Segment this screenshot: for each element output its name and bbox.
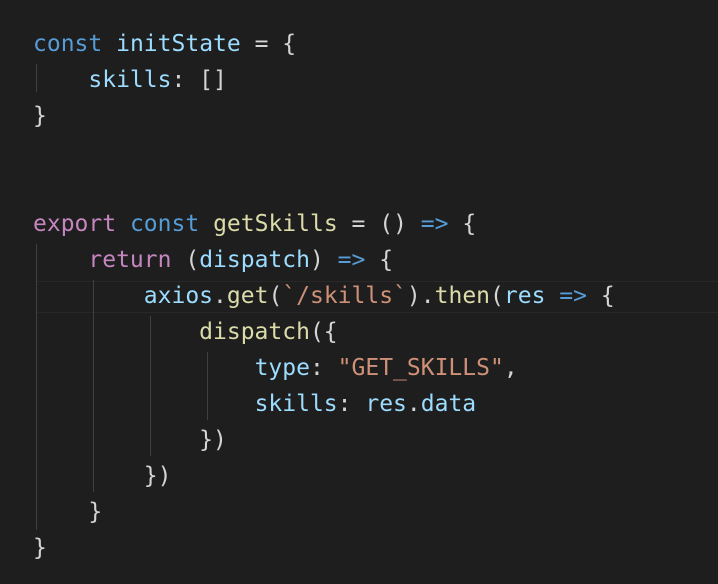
code-line[interactable]: }): [33, 458, 615, 494]
code-token-function: get: [226, 283, 269, 309]
code-token-punctuation: :: [337, 391, 366, 417]
code-token-punctuation: [116, 211, 130, 237]
code-token-punctuation: ).: [406, 283, 435, 309]
code-token-variable: initState: [116, 31, 241, 57]
code-editor[interactable]: const initState = { skills: []} export co…: [0, 0, 718, 584]
code-line[interactable]: axios.get(`/skills`).then(res => {: [33, 278, 615, 314]
code-token-punctuation: .: [213, 283, 227, 309]
code-token-punctuation: :: [309, 355, 338, 381]
code-token-variable: skills: [88, 67, 172, 93]
code-token-punctuation: [33, 355, 255, 381]
code-token-punctuation: }: [33, 535, 47, 561]
code-token-punctuation: [33, 283, 144, 309]
code-line[interactable]: [33, 170, 615, 206]
code-line[interactable]: }: [33, 530, 615, 566]
code-token-punctuation: : []: [171, 67, 227, 93]
code-token-punctuation: }: [33, 103, 47, 129]
code-token-keyword: =>: [337, 247, 366, 273]
code-token-punctuation: [33, 499, 88, 525]
code-text[interactable]: const initState = { skills: []} export co…: [33, 26, 615, 566]
code-token-string: "GET_SKILLS": [337, 355, 504, 381]
code-token-keyword: =>: [559, 283, 587, 309]
code-token-punctuation: [102, 31, 116, 57]
code-line[interactable]: }: [33, 98, 615, 134]
code-token-function: then: [434, 283, 491, 309]
code-token-punctuation: (: [268, 283, 283, 309]
code-token-punctuation: {: [365, 247, 394, 273]
code-token-punctuation: ): [309, 247, 338, 273]
code-token-punctuation: [33, 247, 88, 273]
code-token-punctuation: [33, 391, 255, 417]
code-token-punctuation: {: [448, 211, 477, 237]
code-token-punctuation: }: [88, 499, 103, 525]
code-token-punctuation: (: [171, 247, 200, 273]
code-line[interactable]: }): [33, 422, 615, 458]
code-token-punctuation: [33, 319, 199, 345]
code-token-punctuation: }): [143, 463, 172, 489]
code-line[interactable]: type: "GET_SKILLS",: [33, 350, 615, 386]
code-token-punctuation: [199, 211, 213, 237]
code-line[interactable]: export const getSkills = () => {: [33, 206, 615, 242]
code-token-control: export: [33, 211, 117, 237]
code-token-punctuation: = (): [337, 211, 421, 237]
code-token-variable: axios: [143, 283, 214, 309]
code-token-punctuation: [33, 67, 88, 93]
code-token-variable: dispatch: [199, 247, 310, 273]
code-token-punctuation: [33, 427, 199, 453]
code-line[interactable]: skills: res.data: [33, 386, 615, 422]
code-token-punctuation: {: [586, 283, 615, 309]
code-token-function: dispatch: [199, 319, 310, 345]
code-token-variable: res: [503, 283, 546, 309]
code-token-punctuation: (: [490, 283, 504, 309]
code-line[interactable]: [33, 134, 615, 170]
code-token-variable: data: [420, 391, 477, 417]
code-token-variable: res: [365, 391, 407, 417]
code-line[interactable]: return (dispatch) => {: [33, 242, 615, 278]
code-token-punctuation: [33, 463, 144, 489]
code-token-variable: type: [254, 355, 310, 381]
code-token-punctuation: = {: [240, 31, 297, 57]
code-line[interactable]: skills: []: [33, 62, 615, 98]
code-line[interactable]: const initState = {: [33, 26, 615, 62]
code-line[interactable]: dispatch({: [33, 314, 615, 350]
code-token-variable: skills: [254, 391, 338, 417]
code-line[interactable]: }: [33, 494, 615, 530]
code-token-punctuation: ({: [309, 319, 338, 345]
code-token-punctuation: .: [406, 391, 421, 417]
code-token-keyword: const: [33, 31, 103, 57]
code-token-punctuation: }): [199, 427, 227, 453]
code-token-punctuation: [545, 283, 559, 309]
code-token-string: `/skills`: [282, 283, 407, 309]
code-token-keyword: const: [129, 211, 200, 237]
code-token-punctuation: ,: [503, 355, 518, 381]
code-token-keyword: =>: [420, 211, 449, 237]
code-token-control: return: [88, 247, 172, 273]
code-token-function: getSkills: [213, 211, 338, 237]
